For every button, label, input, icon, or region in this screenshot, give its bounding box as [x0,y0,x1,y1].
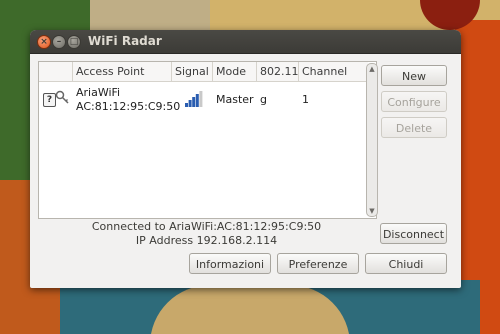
disconnect-button[interactable]: Disconnect [380,223,447,244]
signal-bar [185,103,188,107]
window-title: WiFi Radar [88,34,162,48]
key-icon [55,89,69,108]
signal-bar [192,97,196,107]
channel-text: 1 [302,93,309,106]
signal-bar [199,91,203,107]
essid-text: AriaWiFi [76,86,121,99]
signal-bar [195,94,199,107]
delete-button[interactable]: Delete [381,117,447,138]
preferences-button[interactable]: Preferenze [277,253,359,274]
column-header-mode[interactable]: Mode [213,62,257,82]
scroll-down-icon[interactable]: ▼ [368,207,376,215]
title-bar[interactable]: × – □ WiFi Radar [30,30,461,54]
access-point-list[interactable]: Access Point Signal Mode 802.11 Channel … [38,61,377,219]
ip-address: IP Address 192.168.2.114 [135,234,278,247]
close-window-icon[interactable]: × [37,35,51,49]
connection-status: Connected to AriaWiFi:AC:81:12:95:C9:50 [91,220,322,233]
new-button[interactable]: New [381,65,447,86]
scroll-up-icon[interactable]: ▲ [368,65,376,73]
configure-button[interactable]: Configure [381,91,447,112]
column-header-signal[interactable]: Signal [172,62,213,82]
maximize-window-icon[interactable]: □ [67,35,81,49]
wifi-radar-window: × – □ WiFi Radar Access Point Signal Mod… [30,30,461,288]
column-header-access-point[interactable]: Access Point [73,62,172,82]
minimize-window-icon[interactable]: – [52,35,66,49]
column-header-protocol[interactable]: 802.11 [257,62,299,82]
mode-text: Master [216,93,254,106]
table-row[interactable]: ? AriaWiFi AC:81:12:95:C9:50 Master g 1 [39,83,368,115]
close-button[interactable]: Chiudi [365,253,447,274]
signal-bar [188,100,192,107]
protocol-text: g [260,93,267,106]
list-scrollbar[interactable]: ▲ ▼ [366,63,378,217]
signal-strength-icon [184,89,204,111]
info-button[interactable]: Informazioni [189,253,271,274]
column-header-channel[interactable]: Channel [299,62,368,82]
bssid-text: AC:81:12:95:C9:50 [76,100,181,113]
column-header-icons[interactable] [39,62,73,82]
